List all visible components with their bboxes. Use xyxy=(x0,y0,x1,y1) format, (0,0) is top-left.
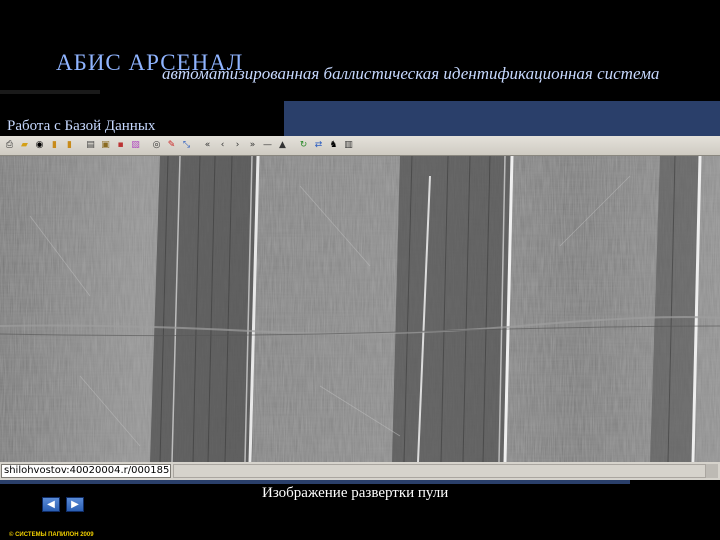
section-label: Работа с Базой Данных xyxy=(7,118,156,134)
copyright: © СИСТЕМЫ ПАПИЛОН 2009 xyxy=(9,532,94,538)
status-panel xyxy=(173,464,706,478)
file-path-field[interactable]: shilohvostov:40020004.r/00018522.r-1 xyxy=(1,464,171,478)
card-icon[interactable]: ▣ xyxy=(99,139,112,152)
books-icon[interactable]: ▮ xyxy=(63,139,76,152)
minus-icon[interactable]: — xyxy=(261,139,274,152)
right-icon[interactable]: › xyxy=(231,139,244,152)
left-icon[interactable]: ‹ xyxy=(216,139,229,152)
refresh-icon[interactable]: ↻ xyxy=(297,139,310,152)
tag-icon[interactable]: ▪ xyxy=(114,139,127,152)
folder-icon[interactable]: ▰ xyxy=(18,139,31,152)
double-left-icon[interactable]: « xyxy=(201,139,214,152)
double-right-icon[interactable]: » xyxy=(246,139,259,152)
bullet-scan-image[interactable] xyxy=(0,156,720,462)
decorative-strip xyxy=(0,90,100,94)
book-icon[interactable]: ▮ xyxy=(48,139,61,152)
dog-icon[interactable]: ♞ xyxy=(327,139,340,152)
up-icon[interactable]: ▲ xyxy=(276,139,289,152)
image-caption: Изображение развертки пули xyxy=(262,485,449,501)
binoculars-icon[interactable]: ◉ xyxy=(33,139,46,152)
document-icon[interactable]: ▤ xyxy=(84,139,97,152)
header-bar xyxy=(284,101,720,137)
pencil-icon[interactable]: ✎ xyxy=(165,139,178,152)
caption-band xyxy=(0,480,630,484)
stamp-icon[interactable]: ▥ xyxy=(342,139,355,152)
app-subtitle: автоматизированная баллистическая иденти… xyxy=(162,64,660,83)
image-icon[interactable]: ▧ xyxy=(129,139,142,152)
arrows-icon[interactable]: ⇄ xyxy=(312,139,325,152)
status-end-panel xyxy=(706,464,718,478)
print-icon[interactable]: ⎙ xyxy=(3,139,16,152)
prev-slide-button[interactable]: ◀ xyxy=(42,497,60,512)
toolbar: ⎙ ▰ ◉ ▮ ▮ ▤ ▣ ▪ ▧ ◎ ✎ ⤡ «‹ ›» — ▲ ↻ ⇄ ♞ ▥ xyxy=(0,136,720,156)
axes-icon[interactable]: ⤡ xyxy=(180,139,193,152)
status-bar: shilohvostov:40020004.r/00018522.r-1 xyxy=(0,462,720,480)
next-slide-button[interactable]: ▶ xyxy=(66,497,84,512)
target-icon[interactable]: ◎ xyxy=(150,139,163,152)
